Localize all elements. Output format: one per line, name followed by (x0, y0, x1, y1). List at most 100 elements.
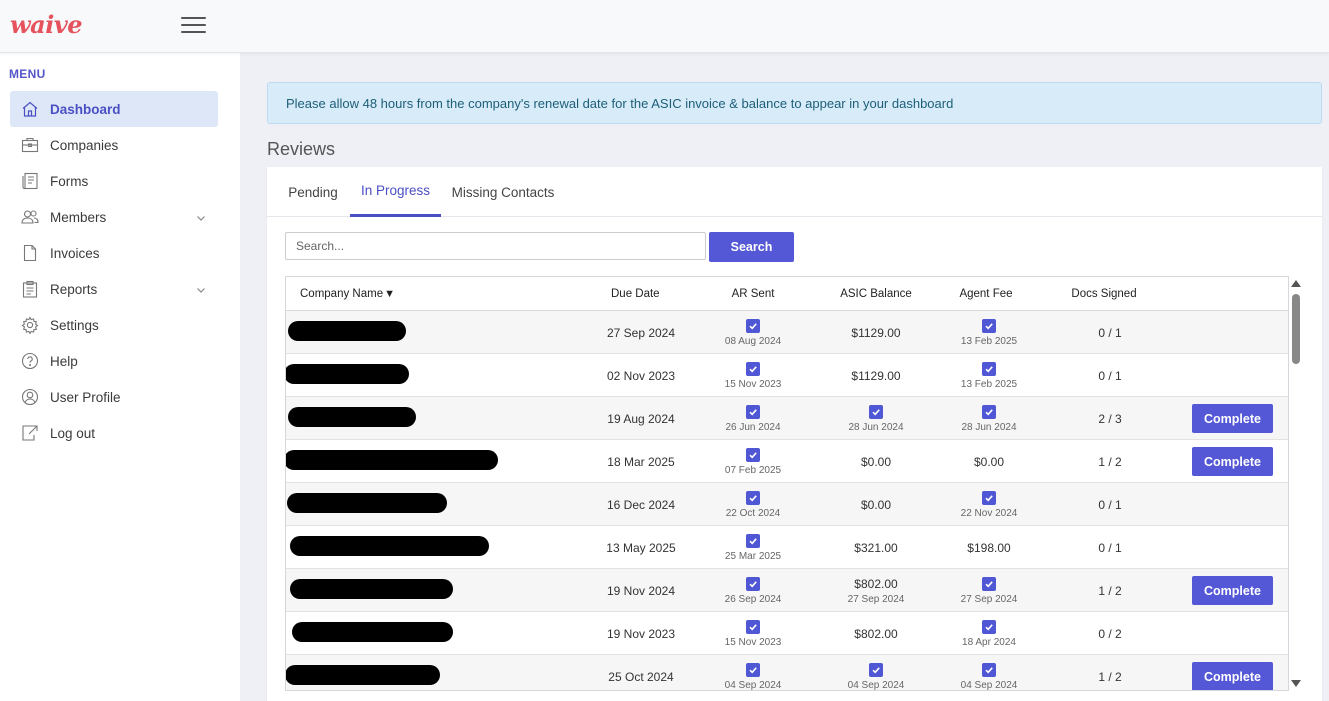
docs-signed-cell: 1 / 2 (1060, 569, 1160, 612)
table-row[interactable]: 19 Nov 2024 26 Sep 2024 $802.00 27 Sep 2024… (286, 569, 1288, 612)
column-header-due-date: Due Date (611, 288, 660, 300)
table-header: Company Name ▼ Due Date AR Sent ASIC Bal… (286, 277, 1288, 311)
ar-sent-date: 25 Mar 2025 (724, 550, 782, 562)
asic-balance-cell: 04 Sep 2024 (816, 655, 936, 690)
asic-balance-date: 28 Jun 2024 (848, 421, 904, 433)
complete-button[interactable]: Complete (1192, 447, 1273, 476)
checkbox-checked-icon[interactable] (746, 361, 760, 376)
table-row[interactable]: 02 Nov 2023 15 Nov 2023 $1129.00 13 Feb 202… (286, 354, 1288, 397)
agent-fee-cell: 13 Feb 2025 (939, 354, 1039, 397)
table-body: 27 Sep 2024 08 Aug 2024 $1129.00 13 Feb 202… (286, 311, 1288, 691)
sidebar-item-invoices[interactable]: Invoices (10, 235, 218, 271)
redacted-company-name (288, 407, 416, 427)
checkbox-checked-icon[interactable] (746, 404, 760, 419)
table-row[interactable]: 25 Oct 2024 04 Sep 2024 04 Sep 2024 04 Sep … (286, 655, 1288, 691)
asic-balance-cell: $321.00 (816, 526, 936, 569)
sidebar-item-label: Help (50, 353, 78, 369)
briefcase-icon (20, 135, 40, 155)
table-scrollbar[interactable] (1289, 276, 1303, 691)
sidebar-item-label: Invoices (50, 245, 100, 261)
sidebar-item-label: Members (50, 209, 107, 225)
checkbox-checked-icon[interactable] (982, 662, 996, 677)
tab-missing-contacts[interactable]: Missing Contacts (447, 167, 559, 217)
checkbox-checked-icon[interactable] (982, 404, 996, 419)
table-row[interactable]: 19 Aug 2024 26 Jun 2024 28 Jun 2024 28 Jun … (286, 397, 1288, 440)
due-date: 25 Oct 2024 (608, 669, 674, 684)
agent-fee-date: 18 Apr 2024 (962, 636, 1016, 648)
checkbox-checked-icon[interactable] (982, 576, 996, 591)
due-date-cell: 19 Aug 2024 (586, 397, 696, 440)
complete-button[interactable]: Complete (1192, 662, 1273, 690)
sidebar-item-log-out[interactable]: Log out (10, 415, 218, 451)
checkbox-checked-icon[interactable] (746, 490, 760, 505)
checkbox-checked-icon[interactable] (746, 533, 760, 548)
page-title: Reviews (267, 139, 336, 159)
scroll-down-arrow-icon[interactable] (1291, 680, 1301, 687)
forms-icon (20, 171, 40, 191)
sidebar-item-members[interactable]: Members (10, 199, 218, 235)
docs-signed-cell: 1 / 2 (1060, 655, 1160, 690)
asic-balance-date: 27 Sep 2024 (847, 593, 905, 605)
tab-in-progress[interactable]: In Progress (350, 167, 441, 217)
checkbox-checked-icon[interactable] (746, 576, 760, 591)
checkbox-checked-icon[interactable] (982, 361, 996, 376)
ar-sent-date: 22 Oct 2024 (725, 507, 781, 519)
docs-signed-cell: 0 / 1 (1060, 354, 1160, 397)
table-row[interactable]: 18 Mar 2025 07 Feb 2025 $0.00 $0.00 1 / 2 Com… (286, 440, 1288, 483)
checkbox-checked-icon[interactable] (746, 318, 760, 333)
sidebar-item-companies[interactable]: Companies (10, 127, 218, 163)
due-date-cell: 02 Nov 2023 (586, 354, 696, 397)
checkbox-checked-icon[interactable] (869, 662, 883, 677)
checkbox-checked-icon[interactable] (869, 404, 883, 419)
asic-balance-value: $802.00 (854, 576, 898, 591)
agent-fee-cell: 28 Jun 2024 (939, 397, 1039, 440)
menu-title: MENU (9, 67, 46, 81)
checkbox-checked-icon[interactable] (982, 318, 996, 333)
sidebar-item-help[interactable]: Help (10, 343, 218, 379)
sidebar-item-reports[interactable]: Reports (10, 271, 218, 307)
complete-button[interactable]: Complete (1192, 404, 1273, 433)
checkbox-checked-icon[interactable] (982, 490, 996, 505)
sidebar-item-label: User Profile (50, 389, 121, 405)
tab-pending[interactable]: Pending (278, 167, 348, 217)
top-bar: waive (0, 0, 1329, 53)
waive-logo[interactable]: waive (10, 10, 83, 39)
reviews-card: Pending In Progress Missing Contacts Sea… (267, 167, 1322, 701)
docs-signed-cell: 0 / 1 (1060, 526, 1160, 569)
chevron-down-icon[interactable] (196, 211, 206, 226)
sidebar-item-forms[interactable]: Forms (10, 163, 218, 199)
info-alert: Please allow 48 hours from the company's… (267, 82, 1322, 124)
ar-sent-date: 26 Jun 2024 (725, 421, 781, 433)
ar-sent-date: 04 Sep 2024 (724, 679, 782, 691)
table-row[interactable]: 16 Dec 2024 22 Oct 2024 $0.00 22 Nov 2024 0 … (286, 483, 1288, 526)
asic-balance-cell: 28 Jun 2024 (816, 397, 936, 440)
docs-signed: 1 / 2 (1098, 669, 1122, 684)
chevron-down-icon[interactable] (196, 283, 206, 298)
scroll-thumb[interactable] (1292, 294, 1300, 364)
ar-sent-cell: 08 Aug 2024 (703, 311, 803, 354)
checkbox-checked-icon[interactable] (746, 662, 760, 677)
sidebar-item-settings[interactable]: Settings (10, 307, 218, 343)
checkbox-checked-icon[interactable] (746, 447, 760, 462)
table-row[interactable]: 27 Sep 2024 08 Aug 2024 $1129.00 13 Feb 202… (286, 311, 1288, 354)
hamburger-menu-icon[interactable] (181, 17, 206, 35)
sidebar-item-dashboard[interactable]: Dashboard (10, 91, 218, 127)
ar-sent-cell: 26 Jun 2024 (703, 397, 803, 440)
agent-fee-cell: 13 Feb 2025 (939, 311, 1039, 354)
checkbox-checked-icon[interactable] (746, 619, 760, 634)
search-input[interactable] (285, 232, 706, 260)
docs-signed: 0 / 1 (1098, 368, 1122, 383)
table-row[interactable]: 13 May 2025 25 Mar 2025 $321.00 $198.00 0 / … (286, 526, 1288, 569)
complete-button[interactable]: Complete (1192, 576, 1273, 605)
checkbox-checked-icon[interactable] (982, 619, 996, 634)
agent-fee-value: $0.00 (973, 454, 1005, 469)
sidebar-item-user-profile[interactable]: User Profile (10, 379, 218, 415)
ar-sent-cell: 04 Sep 2024 (703, 655, 803, 691)
ar-sent-cell: 22 Oct 2024 (703, 483, 803, 526)
column-header-company-name[interactable]: Company Name ▼ (300, 277, 395, 311)
redacted-company-name (286, 665, 440, 685)
redacted-company-name (290, 536, 489, 556)
table-row[interactable]: 19 Nov 2023 15 Nov 2023 $802.00 18 Apr 2024… (286, 612, 1288, 655)
scroll-up-arrow-icon[interactable] (1291, 280, 1301, 287)
search-button[interactable]: Search (709, 232, 794, 262)
